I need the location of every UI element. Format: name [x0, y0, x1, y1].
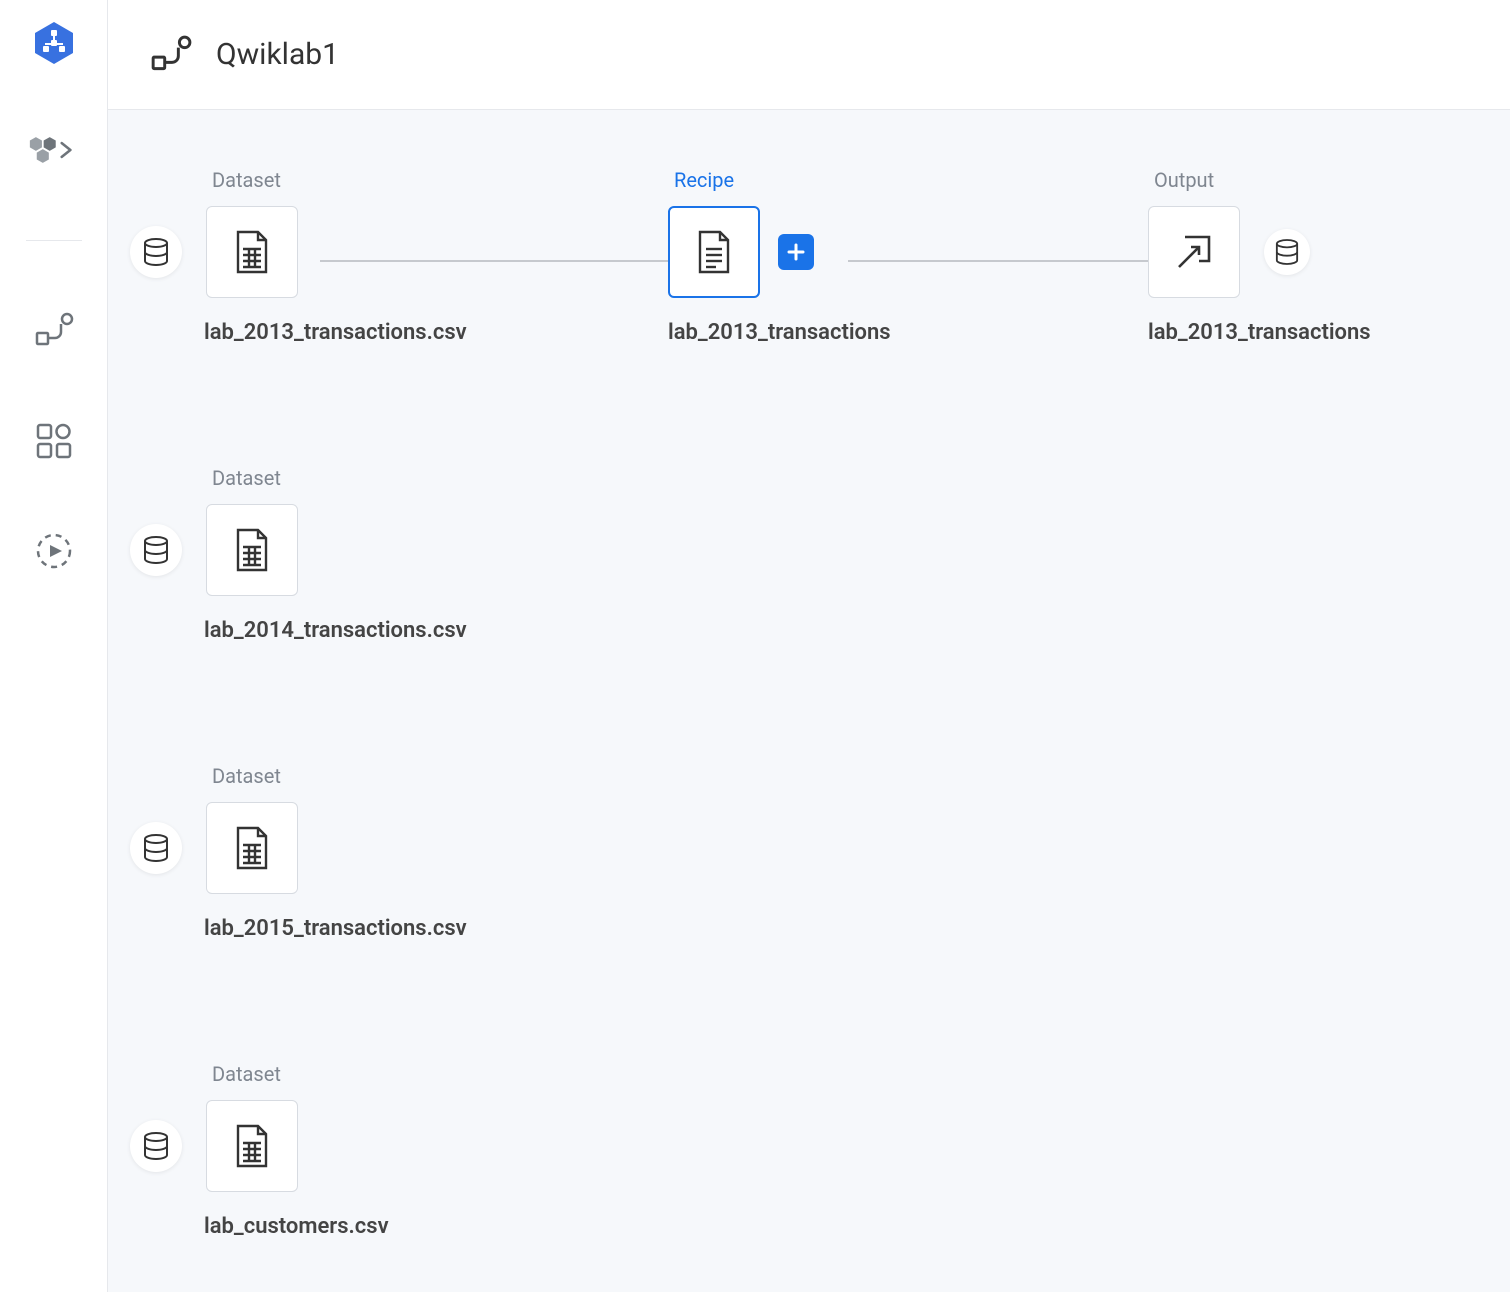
flow-title: Qwiklab1 — [216, 37, 339, 72]
node-type-label: Output — [1154, 168, 1310, 192]
dataset-box[interactable] — [206, 504, 298, 596]
node-type-label: Dataset — [212, 466, 298, 490]
dataset-name: lab_2015_transactions.csv — [204, 916, 467, 941]
flow-canvas[interactable]: Dataset — [108, 110, 1510, 1292]
edge-recipe-to-output — [848, 260, 1168, 262]
sidebar-divider — [26, 240, 82, 241]
dataset-node-1: Dataset — [130, 168, 298, 298]
output-node: Output — [1148, 168, 1310, 298]
dataset-name: lab_2013_transactions.csv — [204, 320, 467, 345]
app-logo[interactable] — [31, 20, 77, 66]
flow-icon — [150, 34, 192, 76]
add-step-button[interactable] — [778, 234, 814, 270]
nav-library-icon[interactable] — [24, 411, 84, 471]
recipe-name: lab_2013_transactions — [668, 320, 891, 345]
nav-flows-icon[interactable] — [24, 301, 84, 361]
header: Qwiklab1 — [108, 0, 1510, 110]
recipe-node: Recipe — [668, 168, 814, 298]
datasource-icon[interactable] — [130, 1120, 182, 1172]
node-type-label: Dataset — [212, 764, 298, 788]
nav-datasets-icon[interactable] — [24, 120, 84, 180]
datasource-icon[interactable] — [130, 524, 182, 576]
output-name: lab_2013_transactions — [1148, 320, 1371, 345]
node-type-label: Recipe — [674, 168, 814, 192]
dataset-node-4: Dataset — [130, 1062, 298, 1192]
dataset-name: lab_customers.csv — [204, 1214, 389, 1239]
node-type-label: Dataset — [212, 168, 298, 192]
node-type-label: Dataset — [212, 1062, 298, 1086]
dataset-node-3: Dataset — [130, 764, 298, 894]
recipe-box[interactable] — [668, 206, 760, 298]
edge-dataset-to-recipe — [320, 260, 680, 262]
sidebar — [0, 0, 108, 1292]
nav-jobs-icon[interactable] — [24, 521, 84, 581]
dataset-name: lab_2014_transactions.csv — [204, 618, 467, 643]
dataset-node-2: Dataset — [130, 466, 298, 596]
datasource-icon[interactable] — [130, 822, 182, 874]
dataset-box[interactable] — [206, 206, 298, 298]
datasource-icon[interactable] — [130, 226, 182, 278]
dataset-box[interactable] — [206, 1100, 298, 1192]
output-target-icon[interactable] — [1264, 229, 1310, 275]
output-box[interactable] — [1148, 206, 1240, 298]
dataset-box[interactable] — [206, 802, 298, 894]
